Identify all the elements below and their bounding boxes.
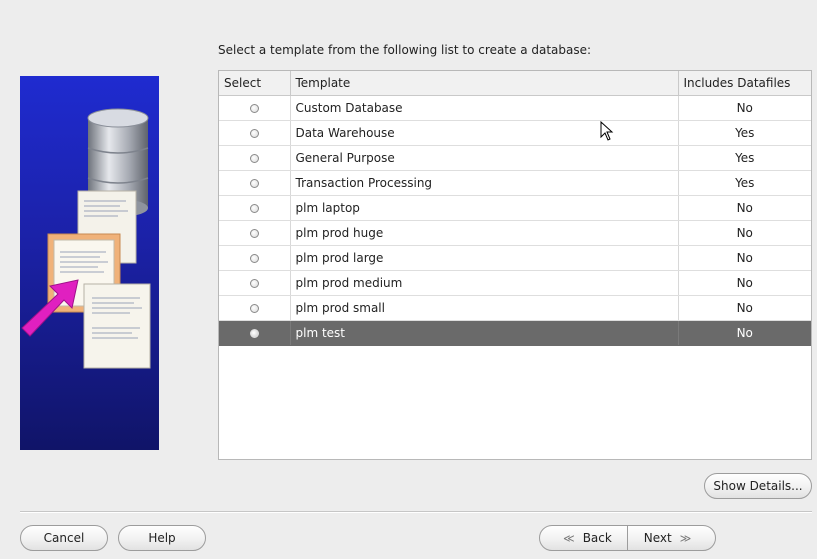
select-cell[interactable] — [219, 95, 291, 121]
dbca-template-step: Select a template from the following lis… — [0, 0, 817, 559]
radio-button[interactable] — [249, 204, 259, 213]
includes-datafiles-cell[interactable]: No — [678, 295, 811, 321]
select-cell[interactable] — [219, 295, 291, 321]
radio-button[interactable] — [249, 254, 259, 263]
mouse-cursor-icon — [600, 121, 614, 141]
radio-button[interactable] — [249, 104, 259, 113]
select-cell[interactable] — [219, 170, 291, 196]
radio-button[interactable] — [249, 154, 259, 163]
select-cell[interactable] — [219, 195, 291, 221]
select-cell[interactable] — [219, 270, 291, 296]
template-name-cell[interactable]: plm prod large — [290, 245, 679, 271]
radio-button[interactable] — [249, 129, 259, 138]
cancel-label: Cancel — [43, 531, 85, 545]
next-button[interactable]: Next ≫ — [627, 526, 715, 550]
template-name-cell[interactable]: Custom Database — [290, 95, 679, 121]
includes-datafiles-cell[interactable]: Yes — [678, 170, 811, 196]
show-details-label: Show Details... — [713, 479, 803, 493]
table-header-row: Select Template Includes Datafiles — [219, 71, 811, 96]
select-cell[interactable] — [219, 320, 291, 346]
table-row[interactable]: plm prod huge No — [219, 220, 811, 246]
back-button[interactable]: ≪ Back — [540, 526, 627, 550]
radio-button[interactable] — [249, 279, 259, 288]
help-button[interactable]: Help — [118, 525, 206, 551]
includes-datafiles-cell[interactable]: Yes — [678, 120, 811, 146]
show-details-button[interactable]: Show Details... — [704, 473, 812, 499]
chevron-left-icon: ≪ — [563, 531, 575, 545]
column-header-template[interactable]: Template — [290, 71, 679, 96]
table-row[interactable]: plm prod large No — [219, 245, 811, 271]
includes-datafiles-cell[interactable]: No — [678, 270, 811, 296]
radio-button[interactable] — [249, 304, 259, 313]
template-name-cell[interactable]: plm laptop — [290, 195, 679, 221]
includes-datafiles-cell[interactable]: No — [678, 320, 811, 346]
document-stack-icon — [47, 190, 151, 369]
includes-datafiles-cell[interactable]: No — [678, 220, 811, 246]
table-row[interactable]: Custom Database No — [219, 95, 811, 121]
chevron-right-icon: ≫ — [679, 531, 692, 545]
select-cell[interactable] — [219, 145, 291, 171]
footer-divider — [20, 511, 812, 513]
table-row[interactable]: Transaction Processing Yes — [219, 170, 811, 196]
table-row[interactable]: Data Warehouse Yes — [219, 120, 811, 146]
wizard-navigation: ≪ Back Next ≫ — [539, 525, 716, 551]
back-label: Back — [582, 531, 612, 545]
next-label: Next — [643, 531, 672, 545]
radio-button[interactable] — [249, 329, 259, 338]
template-name-cell[interactable]: General Purpose — [290, 145, 679, 171]
includes-datafiles-cell[interactable]: No — [678, 195, 811, 221]
template-name-cell[interactable]: plm test — [290, 320, 679, 346]
table-row[interactable]: plm prod medium No — [219, 270, 811, 296]
select-cell[interactable] — [219, 245, 291, 271]
table-row[interactable]: plm prod small No — [219, 295, 811, 321]
includes-datafiles-cell[interactable]: Yes — [678, 145, 811, 171]
cancel-button[interactable]: Cancel — [20, 525, 108, 551]
table-row[interactable]: General Purpose Yes — [219, 145, 811, 171]
help-label: Help — [148, 531, 176, 545]
column-header-select[interactable]: Select — [219, 71, 291, 96]
template-table: Select Template Includes Datafiles Custo… — [218, 70, 812, 460]
template-name-cell[interactable]: plm prod small — [290, 295, 679, 321]
template-name-cell[interactable]: Data Warehouse — [290, 120, 679, 146]
includes-datafiles-cell[interactable]: No — [678, 245, 811, 271]
includes-datafiles-cell[interactable]: No — [678, 95, 811, 121]
select-cell[interactable] — [219, 120, 291, 146]
template-name-cell[interactable]: Transaction Processing — [290, 170, 679, 196]
database-wizard-illustration — [20, 76, 159, 450]
template-name-cell[interactable]: plm prod huge — [290, 220, 679, 246]
table-row[interactable]: plm laptop No — [219, 195, 811, 221]
radio-button[interactable] — [249, 229, 259, 238]
template-name-cell[interactable]: plm prod medium — [290, 270, 679, 296]
instruction-text: Select a template from the following lis… — [218, 43, 592, 57]
table-row[interactable]: plm test No — [219, 320, 811, 346]
column-header-includes-datafiles[interactable]: Includes Datafiles — [678, 71, 811, 96]
select-cell[interactable] — [219, 220, 291, 246]
radio-button[interactable] — [249, 179, 259, 188]
